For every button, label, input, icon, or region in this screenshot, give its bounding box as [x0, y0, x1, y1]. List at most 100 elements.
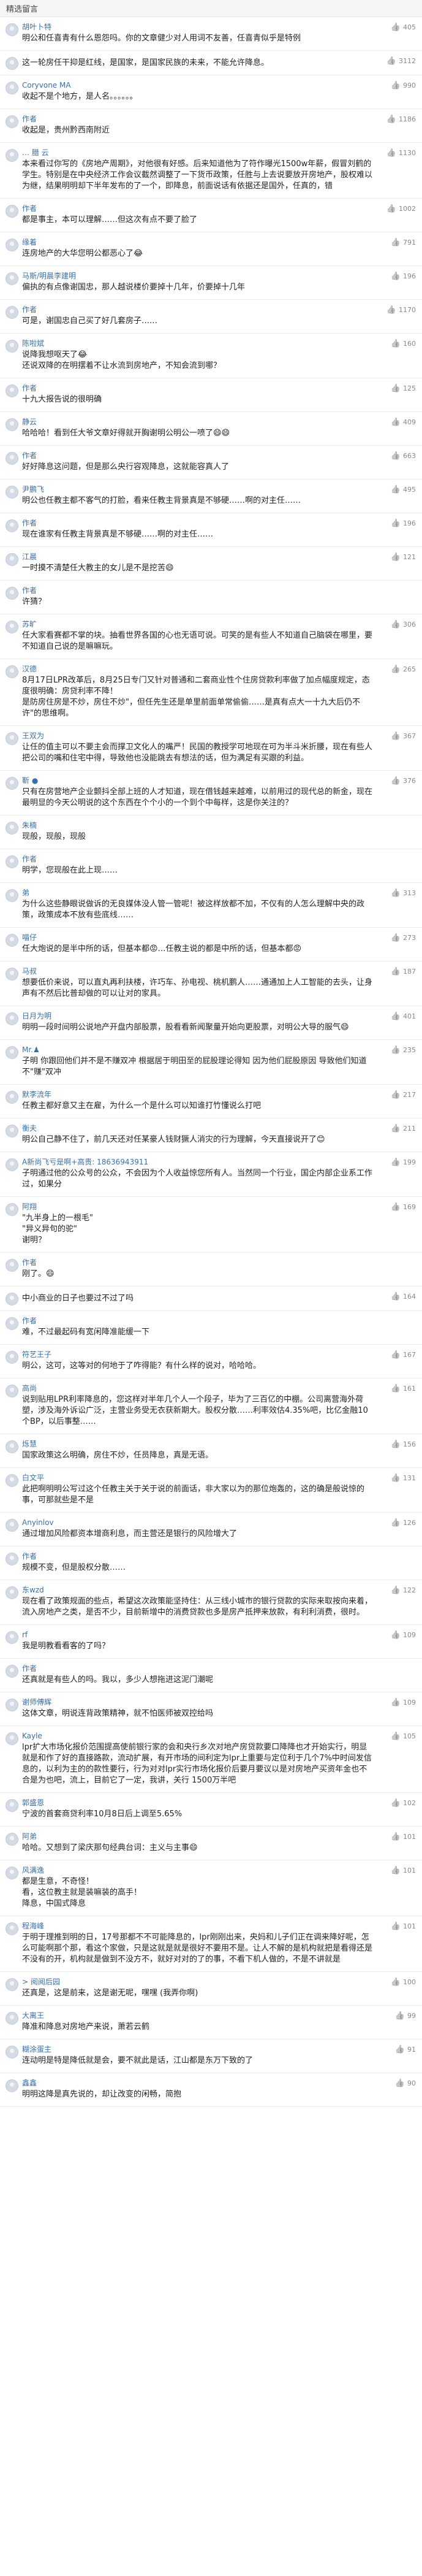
avatar[interactable]	[6, 1351, 18, 1364]
comment-author[interactable]: 苏旷	[22, 620, 373, 629]
avatar[interactable]	[6, 1586, 18, 1599]
like-button[interactable]: 👍 199	[391, 1158, 416, 1166]
like-button[interactable]: 👍 109	[391, 1699, 416, 1707]
comment-author[interactable]: 符艺王子	[22, 1350, 373, 1359]
comment-author[interactable]: Anyinlov	[22, 1518, 373, 1527]
avatar[interactable]	[6, 1012, 18, 1025]
like-button[interactable]: 👍 217	[391, 1091, 416, 1099]
comment-author[interactable]: 作者	[22, 1317, 373, 1326]
comment-author[interactable]: 谢师傅辉	[22, 1698, 373, 1707]
avatar[interactable]	[6, 1203, 18, 1216]
comment-author[interactable]: 汉德	[22, 665, 373, 674]
avatar[interactable]	[6, 418, 18, 431]
like-button[interactable]: 👍 100	[391, 1978, 416, 1986]
comment-author[interactable]: 作者	[22, 204, 373, 213]
avatar[interactable]	[6, 239, 18, 251]
comment-author[interactable]: 作者	[22, 305, 373, 315]
comment-author[interactable]: 高尚	[22, 1384, 373, 1393]
like-button[interactable]: 👍 91	[395, 2046, 416, 2054]
avatar[interactable]	[6, 452, 18, 465]
like-button[interactable]: 👍 109	[391, 1631, 416, 1639]
comment-author[interactable]: 东wzd	[22, 1586, 373, 1595]
like-button[interactable]: 👍 101	[391, 1867, 416, 1875]
like-button[interactable]: 👍 131	[391, 1474, 416, 1482]
avatar[interactable]	[6, 340, 18, 353]
avatar[interactable]	[6, 1631, 18, 1644]
like-button[interactable]: 👍 196	[391, 272, 416, 280]
comment-author[interactable]: 作者	[22, 586, 373, 595]
comment-author[interactable]: rf	[22, 1630, 373, 1640]
like-button[interactable]: 👍 663	[391, 452, 416, 460]
like-button[interactable]: 👍 187	[391, 968, 416, 976]
like-button[interactable]: 👍 1170	[386, 306, 416, 314]
comment-author[interactable]: 作者	[22, 115, 373, 124]
avatar[interactable]	[6, 1978, 18, 1991]
comment-author[interactable]: 作者	[22, 1552, 373, 1561]
like-button[interactable]: 👍 265	[391, 665, 416, 673]
like-button[interactable]: 👍 495	[391, 486, 416, 494]
avatar[interactable]	[6, 777, 18, 790]
avatar[interactable]	[6, 115, 18, 128]
comment-author[interactable]: 作者	[22, 1258, 373, 1267]
like-button[interactable]: 👍 167	[391, 1351, 416, 1359]
like-button[interactable]: 👍 125	[391, 384, 416, 392]
comment-author[interactable]: 作者	[22, 855, 373, 864]
avatar[interactable]	[6, 486, 18, 499]
avatar[interactable]	[6, 1665, 18, 1678]
avatar[interactable]	[6, 1046, 18, 1059]
avatar[interactable]	[6, 23, 18, 36]
like-button[interactable]: 👍 101	[391, 1922, 416, 1930]
avatar[interactable]	[6, 1259, 18, 1272]
like-button[interactable]: 👍 1186	[386, 115, 416, 123]
comment-author[interactable]: 王双为	[22, 732, 373, 741]
like-button[interactable]: 👍 3112	[386, 57, 416, 65]
comment-author[interactable]: 阿弟	[22, 1832, 373, 1841]
like-button[interactable]: 👍 90	[395, 2079, 416, 2087]
comment-author[interactable]: 马斯/明晨李建明	[22, 272, 373, 281]
avatar[interactable]	[6, 968, 18, 980]
avatar[interactable]	[6, 519, 18, 532]
comment-author[interactable]: 马叔	[22, 967, 373, 976]
like-button[interactable]: 👍 196	[391, 519, 416, 527]
avatar[interactable]	[6, 1799, 18, 1812]
comment-author[interactable]: 作者	[22, 384, 373, 393]
like-button[interactable]: 👍 306	[391, 621, 416, 629]
comment-author[interactable]: > 阅阅后园	[22, 1978, 373, 1987]
avatar[interactable]	[6, 1553, 18, 1565]
avatar[interactable]	[6, 149, 18, 162]
avatar[interactable]	[6, 1125, 18, 1137]
like-button[interactable]: 👍 791	[391, 239, 416, 247]
comment-author[interactable]: 鑫鑫	[22, 2079, 373, 2088]
avatar[interactable]	[6, 384, 18, 397]
avatar[interactable]	[6, 732, 18, 745]
like-button[interactable]: 👍 121	[391, 553, 416, 561]
like-button[interactable]: 👍 1002	[386, 205, 416, 213]
like-button[interactable]: 👍 101	[391, 1833, 416, 1841]
avatar[interactable]	[6, 306, 18, 319]
like-button[interactable]: 👍 273	[391, 934, 416, 942]
comment-author[interactable]: 靳 ●	[22, 776, 373, 785]
avatar[interactable]	[6, 1867, 18, 1879]
comment-author[interactable]: 缘着	[22, 238, 373, 247]
like-button[interactable]: 👍 105	[391, 1732, 416, 1740]
comment-author[interactable]: 作者	[22, 451, 373, 461]
like-button[interactable]: 👍 156	[391, 1440, 416, 1448]
like-button[interactable]: 👍 367	[391, 732, 416, 740]
comment-author[interactable]: 大离王	[22, 2011, 373, 2020]
comment-author[interactable]: 静云	[22, 418, 373, 427]
like-button[interactable]: 👍 164	[391, 1293, 416, 1301]
avatar[interactable]	[6, 587, 18, 600]
comment-author[interactable]: 江晨	[22, 552, 373, 562]
comment-author[interactable]: 烁慧	[22, 1440, 373, 1449]
avatar[interactable]	[6, 1158, 18, 1171]
comment-author[interactable]: Coryvone MA	[22, 81, 373, 90]
comment-author[interactable]: 默李流年	[22, 1090, 373, 1099]
comment-author[interactable]: 胡叶卜特	[22, 23, 373, 32]
comment-author[interactable]: 风满逸	[22, 1866, 373, 1875]
comment-author[interactable]: … 腊 云	[22, 148, 373, 158]
avatar[interactable]	[6, 2079, 18, 2092]
avatar[interactable]	[6, 822, 18, 835]
like-button[interactable]: 👍 405	[391, 23, 416, 31]
avatar[interactable]	[6, 1440, 18, 1453]
avatar[interactable]	[6, 1833, 18, 1846]
